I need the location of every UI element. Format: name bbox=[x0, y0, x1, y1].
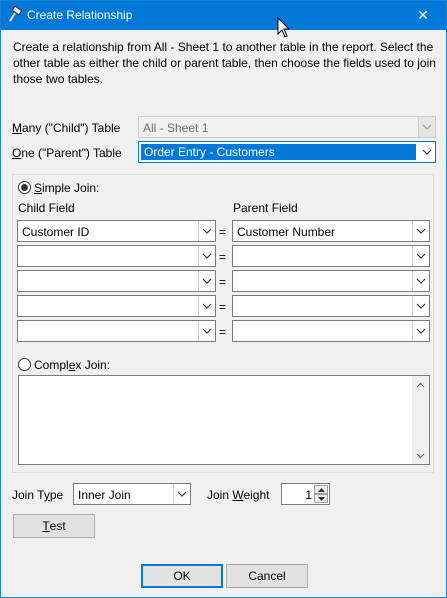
simple-join-label[interactable]: Simple Join: bbox=[34, 181, 99, 195]
chevron-down-icon[interactable] bbox=[198, 271, 215, 291]
intro-text: Create a relationship from All - Sheet 1… bbox=[13, 40, 436, 86]
vertical-scrollbar[interactable] bbox=[412, 376, 429, 464]
one-table-dropdown[interactable]: Order Entry - Customers bbox=[138, 141, 436, 163]
join-weight-label: Join Weight bbox=[207, 488, 270, 502]
equals-sign: = bbox=[219, 250, 227, 264]
parent-field-dropdown[interactable] bbox=[232, 270, 430, 292]
chevron-down-icon[interactable] bbox=[173, 484, 190, 504]
parent-field-dropdown[interactable] bbox=[232, 320, 430, 342]
child-field-dropdown[interactable]: Customer ID bbox=[17, 220, 216, 242]
equals-sign: = bbox=[219, 225, 227, 239]
join-type-dropdown[interactable]: Inner Join bbox=[73, 483, 191, 505]
parent-field-header: Parent Field bbox=[233, 201, 298, 215]
one-table-label: One ("Parent") Table bbox=[12, 146, 122, 160]
parent-field-value: Customer Number bbox=[237, 225, 336, 239]
many-table-label: Many ("Child") Table bbox=[12, 121, 121, 135]
chevron-down-icon[interactable] bbox=[412, 271, 429, 291]
equals-sign: = bbox=[219, 300, 227, 314]
title-bar: Create Relationship ✕ bbox=[1, 1, 446, 30]
chevron-down-icon[interactable] bbox=[198, 246, 215, 266]
decrement-icon[interactable] bbox=[314, 494, 328, 503]
child-field-dropdown[interactable] bbox=[17, 245, 216, 267]
window-title: Create Relationship bbox=[27, 8, 133, 22]
parent-field-dropdown[interactable] bbox=[232, 295, 430, 317]
test-button[interactable]: Test bbox=[13, 514, 95, 538]
gavel-icon bbox=[9, 6, 22, 22]
chevron-down-icon[interactable] bbox=[412, 246, 429, 266]
equals-sign: = bbox=[219, 325, 227, 339]
create-relationship-dialog: Create Relationship ✕ Create a relations… bbox=[0, 0, 447, 598]
mouse-cursor-icon bbox=[277, 17, 291, 38]
complex-join-radio[interactable] bbox=[18, 358, 31, 371]
join-type-value: Inner Join bbox=[78, 488, 131, 502]
cancel-button[interactable]: Cancel bbox=[226, 564, 308, 588]
increment-icon[interactable] bbox=[314, 485, 328, 494]
parent-field-dropdown[interactable] bbox=[232, 245, 430, 267]
chevron-down-icon[interactable] bbox=[198, 321, 215, 341]
complex-join-textarea[interactable] bbox=[18, 375, 430, 465]
chevron-down-icon[interactable] bbox=[418, 142, 435, 162]
chevron-down-icon[interactable] bbox=[412, 296, 429, 316]
parent-field-dropdown[interactable]: Customer Number bbox=[232, 220, 430, 242]
child-field-header: Child Field bbox=[18, 201, 75, 215]
radio-dot bbox=[21, 184, 28, 191]
scroll-down-icon[interactable] bbox=[412, 447, 429, 464]
complex-join-label[interactable]: Complex Join: bbox=[34, 358, 110, 372]
one-table-value: Order Entry - Customers bbox=[144, 145, 275, 159]
join-weight-value: 1 bbox=[305, 488, 312, 502]
simple-join-radio[interactable] bbox=[18, 181, 31, 194]
spinner-buttons bbox=[314, 485, 328, 503]
chevron-down-icon bbox=[418, 117, 435, 137]
child-field-dropdown[interactable] bbox=[17, 295, 216, 317]
scroll-up-icon[interactable] bbox=[412, 376, 429, 393]
close-icon: ✕ bbox=[417, 7, 429, 23]
chevron-down-icon[interactable] bbox=[198, 221, 215, 241]
equals-sign: = bbox=[219, 275, 227, 289]
child-field-dropdown[interactable] bbox=[17, 320, 216, 342]
child-field-dropdown[interactable] bbox=[17, 270, 216, 292]
chevron-down-icon[interactable] bbox=[412, 221, 429, 241]
ok-button[interactable]: OK bbox=[141, 564, 223, 588]
chevron-down-icon[interactable] bbox=[412, 321, 429, 341]
many-table-value: All - Sheet 1 bbox=[143, 121, 209, 135]
chevron-down-icon[interactable] bbox=[198, 296, 215, 316]
join-type-label: Join Type bbox=[12, 488, 64, 502]
many-table-dropdown: All - Sheet 1 bbox=[138, 116, 436, 138]
child-field-value: Customer ID bbox=[22, 225, 90, 239]
join-weight-spinner[interactable]: 1 bbox=[281, 483, 330, 505]
close-button[interactable]: ✕ bbox=[400, 1, 446, 30]
